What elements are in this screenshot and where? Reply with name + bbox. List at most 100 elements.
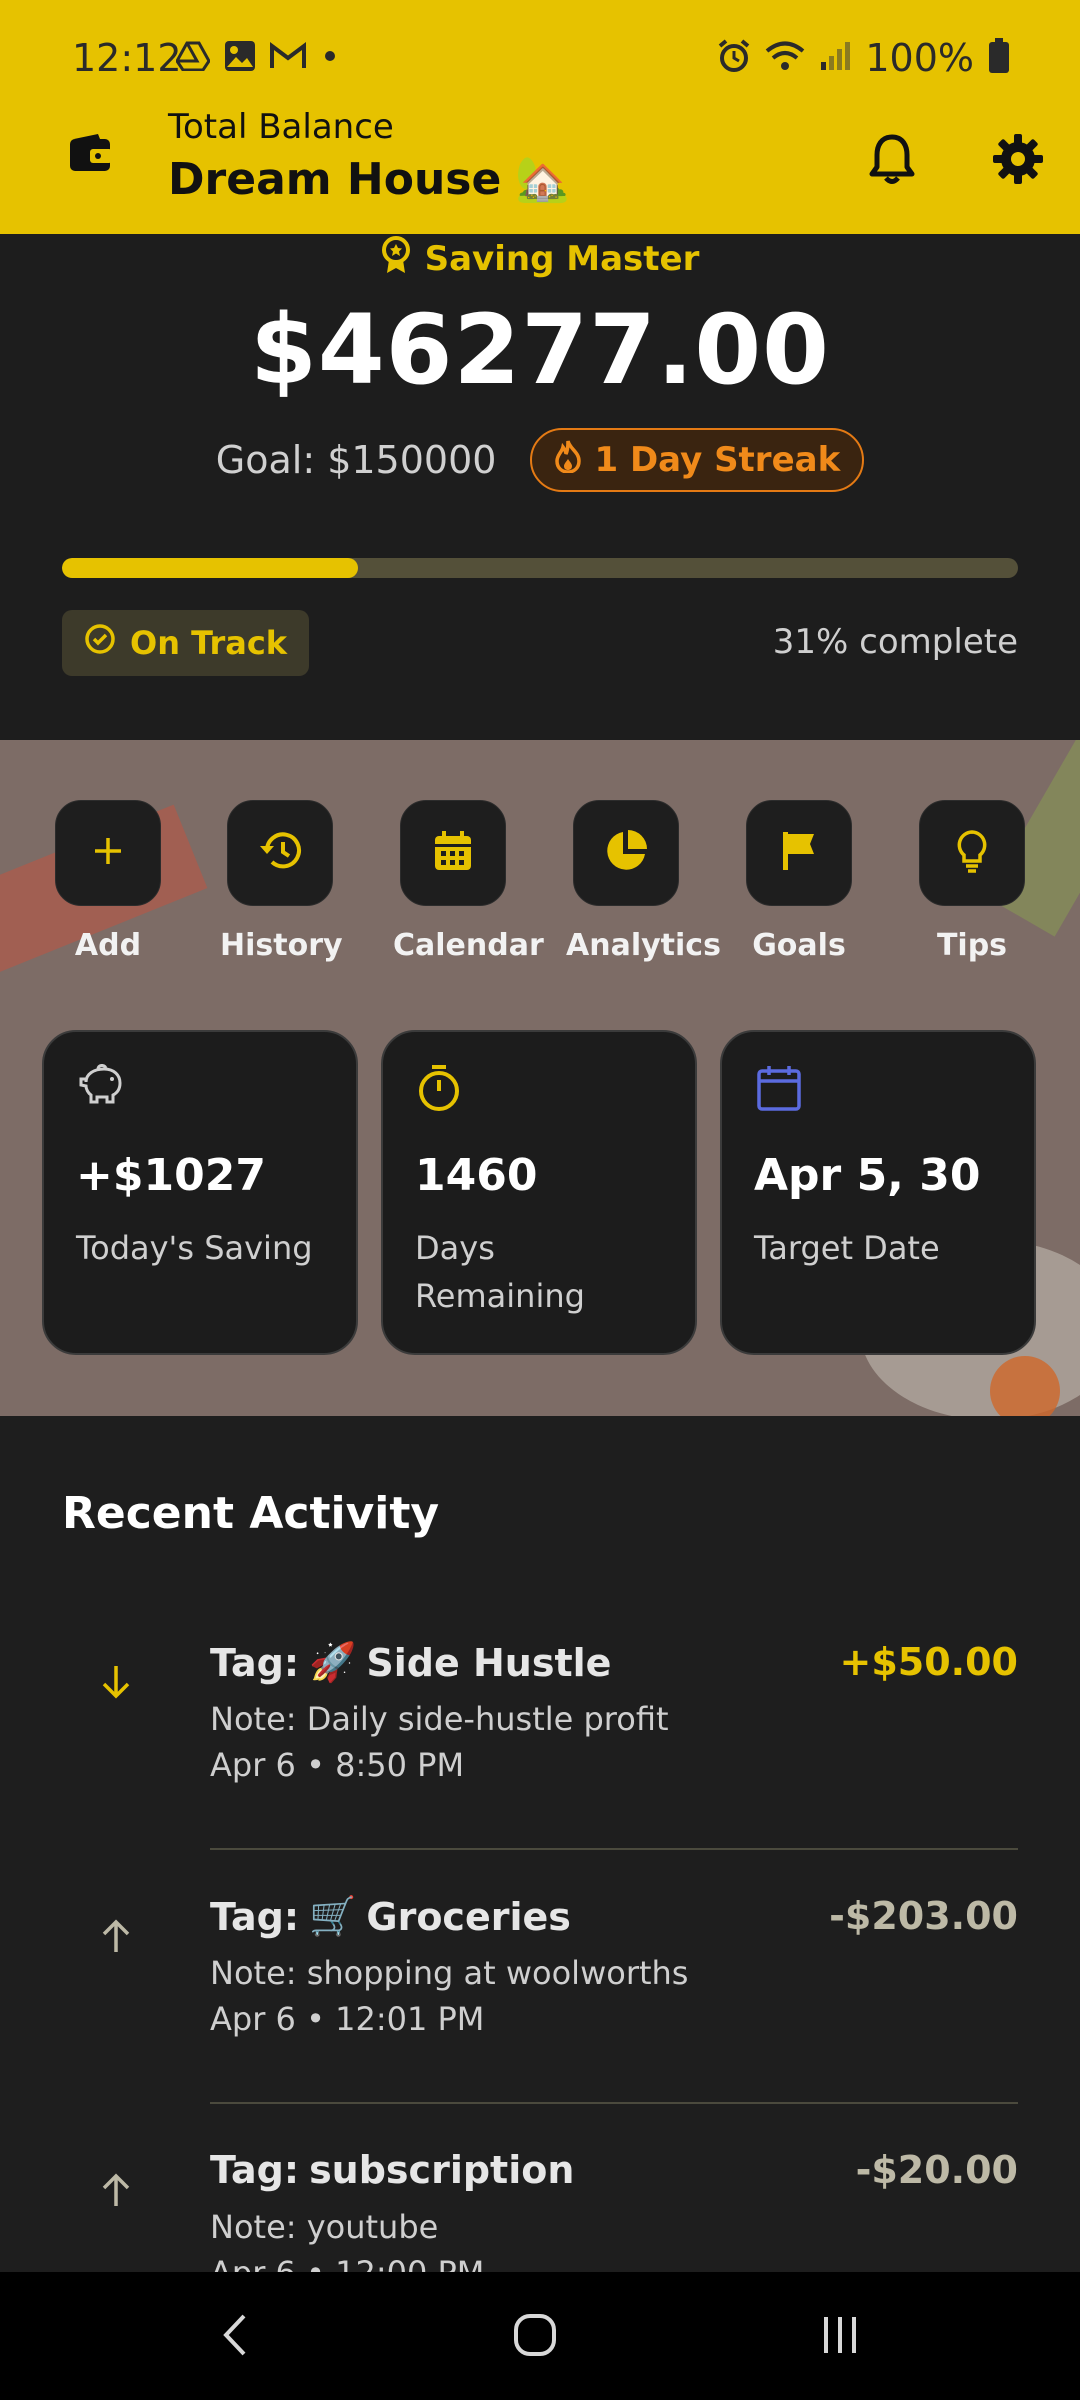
stat-card-days-remaining[interactable]: 1460 Days Remaining bbox=[381, 1030, 697, 1355]
wallet-icon bbox=[68, 133, 114, 179]
transaction-tag: Tag: 🛒 Groceries bbox=[210, 1894, 571, 1939]
calendar-icon bbox=[756, 1064, 802, 1116]
dot-icon bbox=[320, 46, 340, 70]
recents-icon bbox=[818, 2313, 862, 2361]
calendar-icon bbox=[433, 830, 473, 876]
battery-percentage: 100% bbox=[865, 36, 974, 80]
nav-recents-button[interactable] bbox=[800, 2302, 880, 2372]
tag-prefix: Tag: bbox=[210, 2148, 300, 2192]
photo-icon bbox=[224, 40, 256, 76]
wifi-icon bbox=[765, 40, 805, 76]
balance-amount: $46277.00 bbox=[250, 294, 830, 406]
badge-label: Saving Master bbox=[424, 239, 700, 279]
nav-back-button[interactable] bbox=[195, 2302, 275, 2372]
gear-icon bbox=[991, 132, 1045, 190]
transaction-row[interactable]: Tag: subscription Note: youtube Apr 6 • … bbox=[0, 2104, 1080, 2272]
bell-icon bbox=[868, 133, 916, 189]
history-button[interactable] bbox=[227, 800, 333, 906]
signal-icon bbox=[819, 40, 851, 76]
notification-icons bbox=[175, 40, 340, 76]
transaction-amount: -$20.00 bbox=[855, 2148, 1018, 2192]
transaction-tag: Tag: 🚀 Side Hustle bbox=[210, 1640, 611, 1685]
stat-label: Today's Saving bbox=[76, 1229, 313, 1267]
completion-text: 31% complete bbox=[772, 622, 1018, 662]
analytics-button[interactable] bbox=[573, 800, 679, 906]
page-subtitle: Total Balance bbox=[168, 107, 394, 147]
action-analytics[interactable]: Analytics bbox=[566, 800, 721, 963]
arrow-down-icon bbox=[96, 1662, 136, 1702]
action-goals[interactable]: Goals bbox=[739, 800, 859, 963]
recent-activity: Recent Activity Tag: 🚀 Side Hustle Note:… bbox=[0, 1416, 1080, 2272]
battery-icon bbox=[988, 38, 1010, 78]
transaction-date: Apr 6 • 8:50 PM bbox=[210, 1746, 465, 1784]
status-bar: 12:12 100% bbox=[0, 0, 1080, 115]
action-add[interactable]: Add bbox=[48, 800, 168, 963]
transaction-date: Apr 6 • 12:00 PM bbox=[210, 2254, 484, 2272]
action-label: Goals bbox=[752, 928, 846, 963]
stat-card-today-saving[interactable]: +$1027 Today's Saving bbox=[42, 1030, 358, 1355]
nav-home-button[interactable] bbox=[495, 2302, 575, 2372]
savings-progress-bar bbox=[62, 558, 1018, 578]
plus-icon bbox=[91, 834, 125, 872]
back-icon bbox=[220, 2312, 250, 2362]
goal-amount: Goal: $150000 bbox=[215, 438, 497, 482]
tag-name: Groceries bbox=[366, 1894, 571, 1939]
action-label: Tips bbox=[936, 928, 1008, 963]
goal-name: Dream House bbox=[168, 153, 502, 205]
lightbulb-icon bbox=[955, 829, 989, 877]
tag-emoji: 🛒 bbox=[309, 1894, 357, 1938]
tag-name: subscription bbox=[309, 2148, 575, 2192]
goals-button[interactable] bbox=[746, 800, 852, 906]
action-label: Calendar bbox=[393, 928, 544, 963]
arrow-up-icon bbox=[96, 1916, 136, 1956]
piggy-bank-icon bbox=[78, 1064, 126, 1110]
stat-label: Days Remaining bbox=[415, 1229, 585, 1315]
action-history[interactable]: History bbox=[220, 800, 343, 963]
status-time: 12:12 bbox=[72, 36, 182, 80]
progress-fill bbox=[62, 558, 359, 578]
calendar-button[interactable] bbox=[400, 800, 506, 906]
arrow-up-icon bbox=[96, 2170, 136, 2210]
transaction-row[interactable]: Tag: 🛒 Groceries Note: shopping at woolw… bbox=[0, 1850, 1080, 2104]
drive-icon bbox=[175, 41, 211, 75]
tips-button[interactable] bbox=[919, 800, 1025, 906]
action-label: Add bbox=[74, 928, 142, 963]
add-button[interactable] bbox=[55, 800, 161, 906]
flame-icon bbox=[554, 439, 582, 482]
tag-prefix: Tag: bbox=[210, 1894, 300, 1939]
check-circle-icon bbox=[84, 623, 116, 663]
app-header: 12:12 100% Total Balance Dream House 🏡 bbox=[0, 0, 1080, 234]
action-label: History bbox=[220, 928, 343, 963]
wallet-button[interactable] bbox=[58, 123, 124, 189]
transaction-amount: -$203.00 bbox=[829, 1894, 1018, 1938]
stat-value: 1460 bbox=[415, 1150, 538, 1201]
page-title: Dream House 🏡 bbox=[168, 153, 570, 206]
action-tips[interactable]: Tips bbox=[912, 800, 1032, 963]
medal-icon bbox=[381, 235, 411, 283]
pie-chart-icon bbox=[603, 828, 649, 878]
settings-button[interactable] bbox=[988, 131, 1048, 191]
transaction-amount: +$50.00 bbox=[839, 1640, 1018, 1684]
stat-value: +$1027 bbox=[76, 1150, 266, 1201]
title-block: Total Balance Dream House 🏡 bbox=[168, 107, 570, 205]
action-label: Analytics bbox=[566, 928, 721, 963]
system-status: 100% bbox=[717, 36, 1010, 80]
notifications-button[interactable] bbox=[862, 131, 922, 191]
goal-row: Goal: $150000 1 Day Streak bbox=[0, 428, 1080, 492]
alarm-icon bbox=[717, 39, 751, 77]
timer-icon bbox=[417, 1064, 461, 1116]
flag-icon bbox=[780, 830, 818, 876]
status-label: On Track bbox=[130, 624, 288, 662]
streak-badge: 1 Day Streak bbox=[530, 428, 865, 492]
action-calendar[interactable]: Calendar bbox=[393, 800, 544, 963]
stat-card-target-date[interactable]: Apr 5, 30 Target Date bbox=[720, 1030, 1036, 1355]
stat-label: Target Date bbox=[754, 1229, 940, 1267]
tag-emoji: 🚀 bbox=[309, 1640, 357, 1684]
transaction-note: Note: Daily side-hustle profit bbox=[210, 1700, 669, 1738]
transaction-note: Note: shopping at woolworths bbox=[210, 1954, 689, 1992]
history-icon bbox=[257, 830, 303, 876]
home-icon bbox=[513, 2313, 557, 2361]
transaction-row[interactable]: Tag: 🚀 Side Hustle Note: Daily side-hust… bbox=[0, 1596, 1080, 1850]
quick-actions: Add History Calendar Analytics Goals Tip… bbox=[0, 800, 1080, 970]
transaction-tag: Tag: subscription bbox=[210, 2148, 574, 2192]
